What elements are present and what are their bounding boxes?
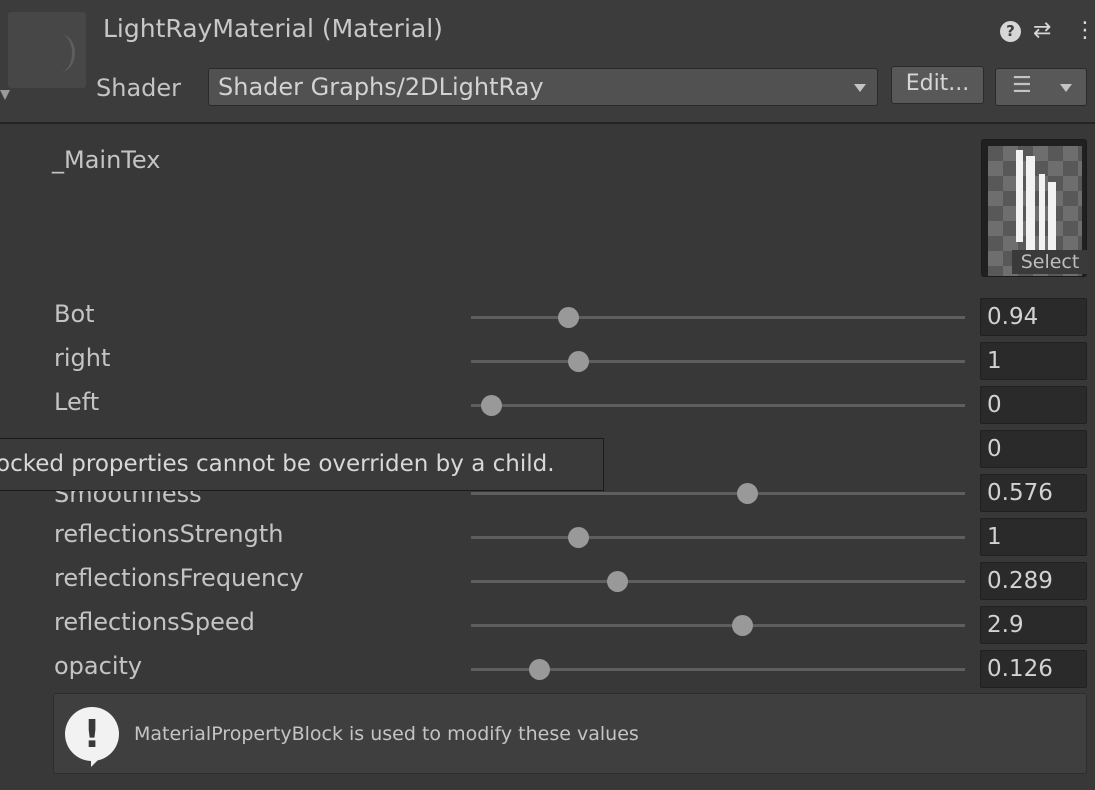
shader-label: Shader [96,74,182,102]
material-header: LightRayMaterial (Material) ? ⇄ ⋮ Shader… [0,0,1095,124]
slider-track[interactable] [471,360,965,363]
slider-track[interactable] [471,580,965,583]
warning-icon: ! [65,707,119,767]
foldout-triangle-icon[interactable] [0,90,10,100]
property-value-field[interactable]: 0.94 [980,298,1087,336]
property-label: Left [54,388,100,416]
preset-sliders-icon[interactable]: ⇄ [1033,18,1051,44]
property-row-opacity: opacity 0.126 [0,650,1095,694]
slider-knob[interactable] [567,351,589,372]
property-row-bot: Bot 0.94 [0,298,1095,342]
property-label: opacity [54,652,143,680]
list-icon: ☰ [1012,73,1032,98]
help-icon[interactable]: ? [1000,21,1021,42]
maintex-texture-slot[interactable]: Select [981,139,1088,277]
property-value-field[interactable]: 0 [980,430,1087,468]
texture-stripe [1016,150,1023,242]
preview-moon-shape [46,34,75,72]
info-help-box: ! MaterialPropertyBlock is used to modif… [53,693,1087,774]
chevron-down-icon [854,84,866,92]
maintex-label: _MainTex [52,146,161,174]
slider-track[interactable] [471,624,965,627]
property-value-field[interactable]: 0.126 [980,650,1087,688]
slider-track[interactable] [471,404,965,407]
slider-track[interactable] [471,536,965,539]
slider-track[interactable] [471,492,965,495]
material-preview-thumbnail[interactable] [8,12,86,88]
shader-dropdown[interactable]: Shader Graphs/2DLightRay [208,68,878,106]
warning-icon-glyph: ! [83,712,101,756]
more-options-icon[interactable]: ⋮ [1074,18,1095,44]
property-value-field[interactable]: 0 [980,386,1087,424]
property-label: reflectionsFrequency [54,564,304,592]
material-options-dropdown[interactable]: ☰ [995,68,1087,106]
locked-properties-tooltip: ocked properties cannot be overriden by … [0,438,604,491]
texture-select-button[interactable]: Select [1012,250,1088,274]
property-value-field[interactable]: 1 [980,518,1087,556]
material-title: LightRayMaterial (Material) [103,14,443,43]
property-value-field[interactable]: 2.9 [980,606,1087,644]
texture-stripe [1026,156,1035,256]
help-box-message: MaterialPropertyBlock is used to modify … [134,723,639,745]
property-label: right [54,344,111,372]
slider-track[interactable] [471,316,965,319]
property-row-reflections-frequency: reflectionsFrequency 0.289 [0,562,1095,606]
texture-stripe [1048,182,1056,258]
slider-knob[interactable] [558,307,580,328]
speech-tail-shape [91,751,107,767]
property-row-right: right 1 [0,342,1095,386]
texture-stripe [1039,174,1045,252]
slider-knob[interactable] [529,659,551,680]
property-value-field[interactable]: 1 [980,342,1087,380]
property-value-field[interactable]: 0.576 [980,474,1087,512]
slider-knob[interactable] [567,527,589,548]
property-label: reflectionsStrength [54,520,284,548]
edit-shader-button[interactable]: Edit... [891,66,984,104]
slider-knob[interactable] [737,483,759,504]
property-label: reflectionsSpeed [54,608,255,636]
property-row-left: Left 0 [0,386,1095,430]
shader-dropdown-value: Shader Graphs/2DLightRay [218,73,544,101]
property-row-reflections-strength: reflectionsStrength 1 [0,518,1095,562]
property-value-field[interactable]: 0.289 [980,562,1087,600]
slider-knob[interactable] [732,615,754,636]
property-label: Bot [54,300,95,328]
property-row-reflections-speed: reflectionsSpeed 2.9 [0,606,1095,650]
chevron-down-icon [1060,84,1072,92]
slider-knob[interactable] [606,571,628,592]
slider-knob[interactable] [480,395,502,416]
